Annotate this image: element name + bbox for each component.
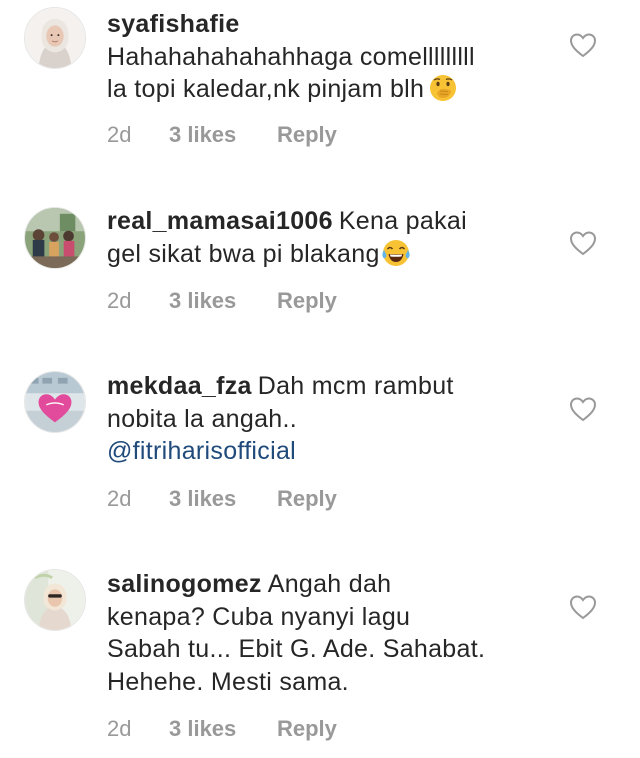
heart-icon[interactable] [569, 230, 597, 256]
comment-username[interactable]: salinogomez [107, 570, 262, 598]
comment-body: syafishafie Hahahahahahahhaga comellllll… [107, 8, 552, 106]
comment-likes[interactable]: 3 likes [169, 288, 277, 314]
avatar[interactable] [24, 569, 86, 631]
comment-text: Hahahahahahahhaga comelllllllll [107, 42, 475, 71]
comment-body: salinogomez Angah dah kenapa? Cuba nyanyi… [107, 568, 552, 698]
comment-likes[interactable]: 3 likes [169, 716, 277, 742]
comment-meta: 2d 3 likes Reply [107, 288, 337, 314]
comment-text: nobita la angah.. [107, 404, 297, 433]
avatar[interactable] [24, 207, 86, 269]
mention-link[interactable]: @fitriharisofficial [107, 437, 296, 465]
comment-time: 2d [107, 288, 132, 313]
comment-body: real_mamasai1006 Kena pakai gel sikat bwa… [107, 205, 552, 270]
heart-icon[interactable] [569, 396, 597, 422]
comment-text: Dah mcm rambut [257, 372, 454, 400]
comment-text: Angah dah [267, 570, 392, 598]
reply-button[interactable]: Reply [277, 288, 337, 314]
comment-text: Hehehe. Mesti sama. [107, 667, 349, 696]
comment-meta: 2d 3 likes Reply [107, 122, 337, 148]
comment-body: mekdaa_fza Dah mcm rambut nobita la angah… [107, 370, 552, 468]
comment-username[interactable]: syafishafie [107, 10, 240, 38]
avatar[interactable] [24, 7, 86, 69]
comment-text: kenapa? Cuba nyanyi lagu [107, 602, 411, 631]
comment-text: Sabah tu... Ebit G. Ade. Sahabat. [107, 635, 486, 663]
face-with-hand-over-mouth-emoji [428, 73, 458, 103]
comment-text: Kena pakai [338, 207, 467, 235]
reply-button[interactable]: Reply [277, 486, 337, 512]
comment-text: gel sikat bwa pi blakang [107, 239, 380, 268]
reply-button[interactable]: Reply [277, 122, 337, 148]
comment-likes[interactable]: 3 likes [169, 122, 277, 148]
comment-time: 2d [107, 486, 132, 511]
avatar[interactable] [24, 371, 86, 433]
comment-username[interactable]: mekdaa_fza [107, 372, 252, 400]
comment-meta: 2d 3 likes Reply [107, 486, 337, 512]
comment-time: 2d [107, 122, 132, 147]
comment-meta: 2d 3 likes Reply [107, 716, 337, 742]
heart-icon[interactable] [569, 32, 597, 58]
reply-button[interactable]: Reply [277, 716, 337, 742]
tears-of-joy-emoji [381, 238, 411, 268]
comment-text: la topi kaledar,nk pinjam blh [107, 75, 425, 103]
comment-username[interactable]: real_mamasai1006 [107, 207, 333, 235]
heart-icon[interactable] [569, 594, 597, 620]
comment-time: 2d [107, 716, 132, 741]
comment-likes[interactable]: 3 likes [169, 486, 277, 512]
